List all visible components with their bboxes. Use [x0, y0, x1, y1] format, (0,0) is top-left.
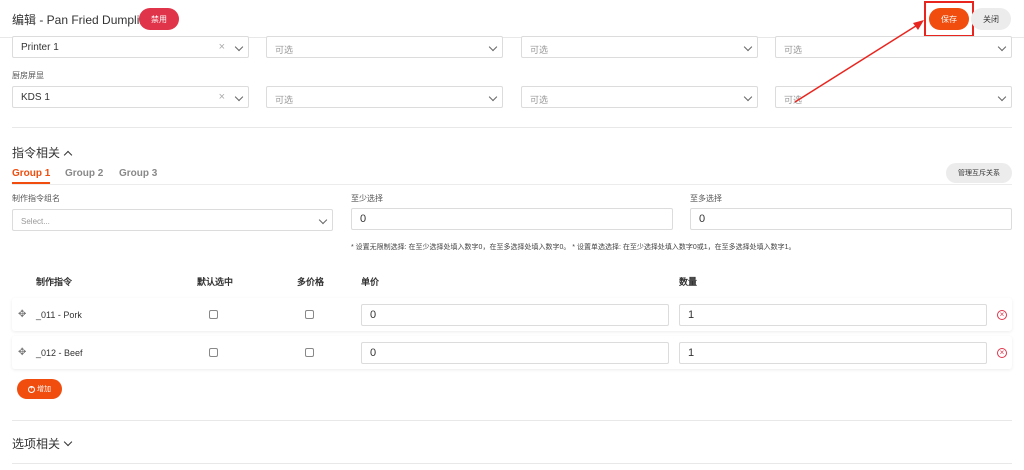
chevron-down-icon	[997, 92, 1007, 102]
row-instruction-name: _012 - Beef	[36, 348, 83, 358]
printer-select-value: Printer 1	[21, 42, 59, 53]
max-select-input[interactable]: 0	[690, 208, 1012, 230]
select-placeholder: 可选	[530, 45, 549, 55]
chevron-down-icon	[63, 437, 73, 447]
quantity-value: 1	[688, 309, 695, 321]
col-instruction: 制作指令	[36, 277, 73, 287]
section-divider	[12, 127, 1012, 128]
row-instruction-name: _011 - Pork	[36, 310, 82, 320]
active-tab-indicator	[12, 182, 50, 184]
select-placeholder: 可选	[530, 95, 549, 105]
printer-select-optional-1[interactable]: 可选	[266, 36, 503, 58]
quantity-input[interactable]: 1	[679, 342, 987, 364]
chevron-down-icon	[318, 215, 328, 225]
chevron-down-icon	[997, 42, 1007, 52]
tab-group-1[interactable]: Group 1	[12, 168, 50, 179]
select-placeholder: 可选	[784, 95, 803, 105]
group-name-label: 制作指令组名	[12, 194, 60, 203]
instructions-section-title: 指令相关	[12, 146, 61, 160]
tab-group-3[interactable]: Group 3	[119, 168, 157, 179]
remove-row-icon[interactable]: ×	[997, 348, 1007, 358]
price-value: 0	[370, 347, 377, 359]
chevron-down-icon	[488, 92, 498, 102]
select-placeholder: 可选	[784, 45, 803, 55]
printer-select-optional-3[interactable]: 可选	[775, 36, 1012, 58]
page-header: 编辑 - Pan Fried Dumpling 禁用 保存 关闭	[0, 0, 1024, 38]
clear-icon[interactable]: ×	[219, 41, 225, 53]
kds-select-primary[interactable]: KDS 1 ×	[12, 86, 249, 108]
col-quantity: 数量	[679, 277, 698, 287]
chevron-up-icon	[63, 150, 73, 160]
col-default: 默认选中	[197, 277, 234, 287]
printer-select-primary[interactable]: Printer 1 ×	[12, 36, 249, 58]
section-divider	[12, 420, 1012, 421]
section-divider	[12, 463, 1012, 464]
kds-select-optional-1[interactable]: 可选	[266, 86, 503, 108]
multi-price-checkbox[interactable]	[305, 310, 314, 319]
col-multi-price: 多价格	[297, 277, 325, 287]
tab-bar-line	[12, 184, 1012, 185]
price-input[interactable]: 0	[361, 304, 669, 326]
quantity-input[interactable]: 1	[679, 304, 987, 326]
chevron-down-icon	[234, 42, 244, 52]
select-placeholder: 可选	[275, 95, 294, 105]
disable-button[interactable]: 禁用	[139, 8, 179, 30]
max-select-value: 0	[699, 213, 706, 225]
chevron-down-icon	[488, 42, 498, 52]
drag-move-icon[interactable]: ✥	[18, 310, 28, 320]
kds-select-optional-2[interactable]: 可选	[521, 86, 758, 108]
default-checkbox[interactable]	[209, 348, 218, 357]
drag-move-icon[interactable]: ✥	[18, 348, 28, 358]
quantity-value: 1	[688, 347, 695, 359]
add-instruction-button[interactable]: + 增加	[17, 379, 62, 399]
options-section-title: 选项相关	[12, 437, 61, 451]
printer-select-optional-2[interactable]: 可选	[521, 36, 758, 58]
remove-row-icon[interactable]: ×	[997, 310, 1007, 320]
kds-select-value: KDS 1	[21, 92, 50, 103]
kds-select-optional-3[interactable]: 可选	[775, 86, 1012, 108]
close-button[interactable]: 关闭	[971, 8, 1011, 30]
page-title: 编辑 - Pan Fried Dumpling	[12, 13, 153, 27]
min-select-input[interactable]: 0	[351, 208, 673, 230]
multi-price-checkbox[interactable]	[305, 348, 314, 357]
chevron-down-icon	[234, 92, 244, 102]
chevron-down-icon	[743, 92, 753, 102]
group-name-placeholder: Select...	[21, 217, 50, 226]
price-input[interactable]: 0	[361, 342, 669, 364]
default-checkbox[interactable]	[209, 310, 218, 319]
add-button-label: 增加	[37, 386, 51, 393]
min-select-value: 0	[360, 213, 367, 225]
annotation-arrow	[794, 20, 924, 103]
save-highlight-box	[924, 1, 974, 37]
price-value: 0	[370, 309, 377, 321]
clear-icon[interactable]: ×	[219, 91, 225, 103]
kds-label: 厨房屏显	[12, 71, 44, 80]
instructions-section-toggle[interactable]: 指令相关	[12, 144, 73, 161]
select-placeholder: 可选	[275, 45, 294, 55]
min-select-label: 至少选择	[351, 194, 383, 203]
manage-mutex-button[interactable]: 管理互斥关系	[946, 163, 1012, 183]
tab-group-2[interactable]: Group 2	[65, 168, 103, 179]
col-unit-price: 单价	[361, 277, 380, 287]
options-section-toggle[interactable]: 选项相关	[12, 435, 73, 452]
plus-circle-icon: +	[28, 385, 35, 393]
chevron-down-icon	[743, 42, 753, 52]
selection-hint: * 设置无限制选择: 在至少选择处填入数字0，在至多选择处填入数字0。 * 设置…	[351, 244, 796, 251]
max-select-label: 至多选择	[690, 194, 722, 203]
group-name-select[interactable]: Select...	[12, 209, 333, 231]
